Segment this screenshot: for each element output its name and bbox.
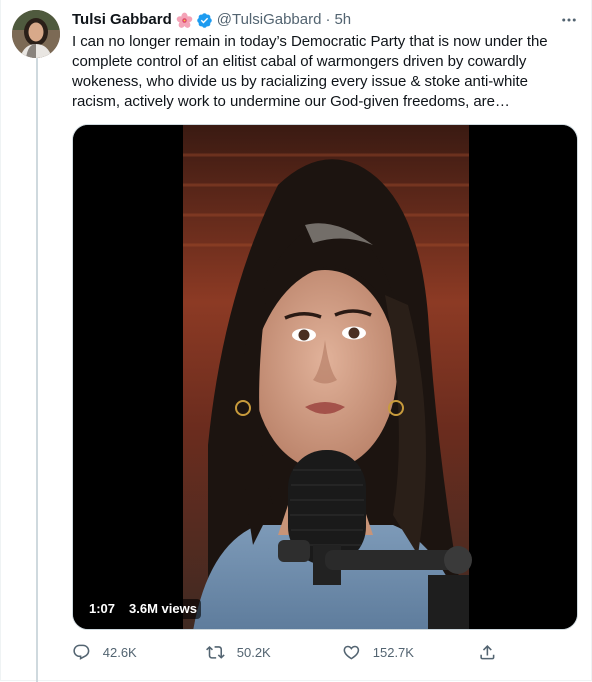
tweet-text: I can no longer remain in today’s Democr… xyxy=(72,33,548,110)
video-views: 3.6M views xyxy=(125,599,201,619)
timestamp[interactable]: 5h xyxy=(334,10,351,30)
display-name[interactable]: Tulsi Gabbard xyxy=(72,10,172,30)
video-frame xyxy=(73,125,577,629)
reply-count: 42.6K xyxy=(102,644,137,660)
retweet-icon xyxy=(206,645,225,659)
video-duration: 1:07 xyxy=(85,599,120,619)
retweet-button[interactable]: 50.2K xyxy=(206,640,271,664)
more-options-icon xyxy=(562,18,576,22)
thread-line xyxy=(36,58,38,682)
like-button[interactable]: 152.7K xyxy=(342,640,414,664)
video-meta: 1:07 3.6M views xyxy=(85,599,201,619)
avatar[interactable] xyxy=(12,10,60,58)
share-button[interactable] xyxy=(478,640,497,664)
dot-separator: · xyxy=(325,11,331,28)
share-icon xyxy=(480,644,495,660)
tweet-header: Tulsi Gabbard @TulsiGabbard · 5h xyxy=(72,10,351,30)
reply-icon xyxy=(73,644,90,660)
more-options-button[interactable] xyxy=(558,10,580,30)
like-icon xyxy=(343,645,360,660)
retweet-count: 50.2K xyxy=(236,644,271,660)
like-count: 152.7K xyxy=(372,644,414,660)
reply-button[interactable]: 42.6K xyxy=(72,640,137,664)
hibiscus-icon xyxy=(176,12,193,29)
verified-badge-icon xyxy=(196,12,213,29)
tweet-actions: 42.6K 50.2K 152.7K xyxy=(72,640,502,664)
handle[interactable]: @TulsiGabbard xyxy=(217,10,322,30)
video-player[interactable]: 1:07 3.6M views xyxy=(72,124,578,630)
